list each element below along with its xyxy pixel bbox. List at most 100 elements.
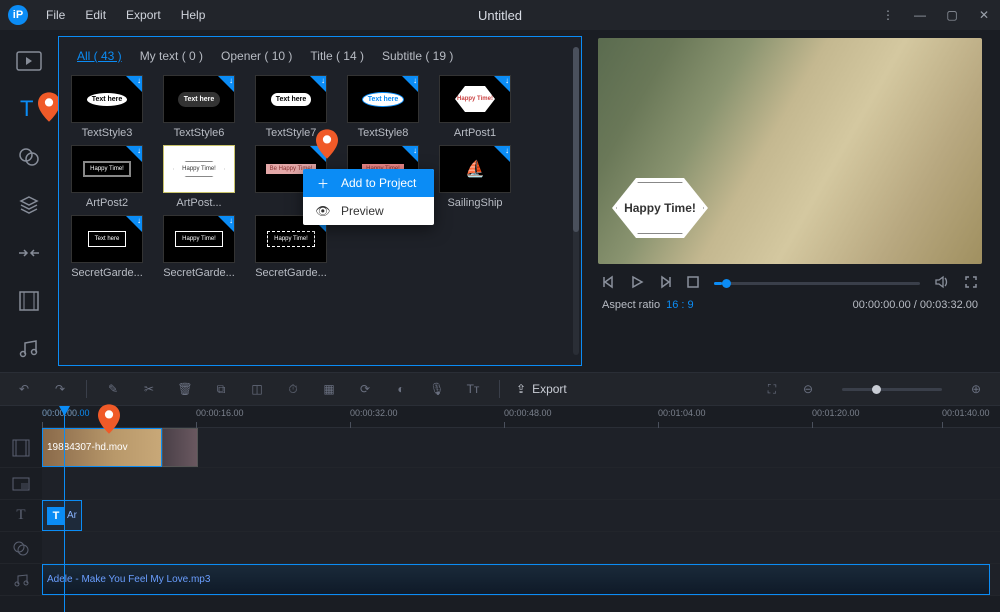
zoom-slider[interactable]	[842, 388, 942, 391]
delete-icon[interactable]: 🗑	[175, 379, 195, 399]
tab-opener[interactable]: Opener ( 10 )	[221, 49, 292, 63]
edit-icon[interactable]: ✎	[103, 379, 123, 399]
text-clip[interactable]: TAr	[42, 500, 82, 531]
next-frame-icon[interactable]	[658, 275, 672, 292]
download-icon[interactable]	[218, 216, 234, 232]
prev-frame-icon[interactable]	[602, 275, 616, 292]
text-track-icon[interactable]: T	[0, 500, 42, 531]
tab-all[interactable]: All ( 43 )	[77, 49, 122, 63]
timeline: 00:00:00.00 00:00:00 00:00:16.00 00:00:3…	[0, 406, 1000, 612]
audio-clip[interactable]: Adele - Make You Feel My Love.mp3	[42, 564, 990, 595]
rail-media-icon[interactable]	[16, 48, 42, 74]
tab-subtitle[interactable]: Subtitle ( 19 )	[382, 49, 453, 63]
mosaic-icon[interactable]: ▦	[319, 379, 339, 399]
speed-icon[interactable]: ⏱	[283, 379, 303, 399]
asset-tabs: All ( 43 ) My text ( 0 ) Opener ( 10 ) T…	[59, 37, 581, 71]
audio-track: Adele - Make You Feel My Love.mp3	[0, 564, 1000, 596]
tab-mytext[interactable]: My text ( 0 )	[140, 49, 203, 63]
asset-item[interactable]: Text hereTextStyle6	[163, 75, 235, 139]
document-title: Untitled	[478, 8, 522, 23]
scrollbar[interactable]	[573, 47, 579, 355]
tutorial-marker-icon	[98, 404, 120, 437]
app-icon: iP	[8, 5, 28, 25]
left-rail: T	[0, 30, 58, 372]
asset-panel: All ( 43 ) My text ( 0 ) Opener ( 10 ) T…	[58, 36, 582, 366]
menu-edit[interactable]: Edit	[75, 4, 116, 26]
export-icon: ⇪	[516, 382, 526, 396]
playback-slider[interactable]	[714, 282, 920, 285]
titlebar: iP File Edit Export Help Untitled ⋮ — ▢ …	[0, 0, 1000, 30]
cut-icon[interactable]: ✂	[139, 379, 159, 399]
text-track: T TAr	[0, 500, 1000, 532]
rail-elements-icon[interactable]	[16, 288, 42, 314]
export-button[interactable]: ⇪Export	[516, 382, 567, 396]
maximize-icon[interactable]: ▢	[944, 8, 960, 22]
opacity-icon[interactable]: ◐	[391, 379, 411, 399]
rail-overlays-icon[interactable]	[16, 192, 42, 218]
aspect-ratio-label: Aspect ratio16 : 9	[602, 299, 694, 311]
asset-item[interactable]: Text hereTextStyle3	[71, 75, 143, 139]
download-icon[interactable]	[126, 76, 142, 92]
download-icon[interactable]	[494, 146, 510, 162]
download-icon[interactable]	[494, 76, 510, 92]
rail-text-icon[interactable]: T	[16, 96, 42, 122]
volume-icon[interactable]	[934, 274, 950, 293]
asset-item[interactable]: ⛵SailingShip	[439, 145, 511, 209]
fit-icon[interactable]: ⛶	[762, 379, 782, 399]
video-clip[interactable]	[162, 428, 198, 467]
pip-track	[0, 468, 1000, 500]
download-icon[interactable]	[402, 146, 418, 162]
rail-transitions-icon[interactable]	[16, 240, 42, 266]
menu-file[interactable]: File	[36, 4, 75, 26]
rail-effects-icon[interactable]	[16, 144, 42, 170]
voiceover-icon[interactable]: 🎙	[427, 379, 447, 399]
undo-icon[interactable]: ↶	[14, 379, 34, 399]
asset-item[interactable]: Happy Time!ArtPost1	[439, 75, 511, 139]
playhead[interactable]	[64, 406, 65, 612]
tutorial-marker-icon	[316, 129, 338, 159]
asset-item[interactable]: Text hereTextStyle8	[347, 75, 419, 139]
pip-track-icon[interactable]	[0, 468, 42, 499]
audio-track-icon[interactable]	[0, 564, 42, 595]
timeline-ruler[interactable]: 00:00:00 00:00:16.00 00:00:32.00 00:00:4…	[42, 406, 1000, 428]
download-icon[interactable]	[402, 76, 418, 92]
crop-icon[interactable]: ◫	[247, 379, 267, 399]
download-icon[interactable]	[310, 76, 326, 92]
text-tool-icon[interactable]: Tᴛ	[463, 379, 483, 399]
download-icon[interactable]	[126, 216, 142, 232]
asset-item[interactable]: Happy Time!SecretGarde...	[163, 215, 235, 279]
stop-icon[interactable]	[686, 275, 700, 292]
asset-item[interactable]: Happy Time!ArtPost2	[71, 145, 143, 209]
tab-title[interactable]: Title ( 14 )	[310, 49, 364, 63]
minimize-icon[interactable]: —	[912, 8, 928, 22]
close-icon[interactable]: ✕	[976, 8, 992, 22]
tutorial-marker-icon	[38, 92, 60, 122]
fullscreen-icon[interactable]	[964, 275, 978, 292]
asset-item[interactable]: Text hereSecretGarde...	[71, 215, 143, 279]
filter-track	[0, 532, 1000, 564]
filter-track-icon[interactable]	[0, 532, 42, 563]
zoom-in-icon[interactable]: ⊕	[966, 379, 986, 399]
plus-icon: ＋	[315, 175, 331, 191]
zoom-out-icon[interactable]: ⊖	[798, 379, 818, 399]
time-display: 00:00:00.00 / 00:03:32.00	[853, 299, 978, 311]
ctx-add-to-project[interactable]: ＋ Add to Project	[303, 169, 434, 197]
asset-item[interactable]: Happy Time!ArtPost...	[163, 145, 235, 209]
eye-icon: 👁	[315, 203, 331, 219]
menu-export[interactable]: Export	[116, 4, 171, 26]
play-icon[interactable]	[630, 275, 644, 292]
copy-icon[interactable]: ⧉	[211, 379, 231, 399]
menu-help[interactable]: Help	[171, 4, 216, 26]
preview-video[interactable]: Happy Time!	[598, 38, 982, 264]
redo-icon[interactable]: ↷	[50, 379, 70, 399]
more-icon[interactable]: ⋮	[880, 8, 896, 22]
rail-audio-icon[interactable]	[16, 336, 42, 362]
rotate-icon[interactable]: ⟳	[355, 379, 375, 399]
download-icon[interactable]	[126, 146, 142, 162]
ctx-preview[interactable]: 👁 Preview	[303, 197, 434, 225]
download-icon[interactable]	[218, 76, 234, 92]
video-track-icon[interactable]	[0, 428, 42, 467]
preview-panel: Happy Time! Aspect ratio16 : 9 00:00:00.…	[590, 30, 1000, 372]
svg-text:T: T	[20, 97, 33, 121]
tool-strip: ↶ ↷ ✎ ✂ 🗑 ⧉ ◫ ⏱ ▦ ⟳ ◐ 🎙 Tᴛ ⇪Export ⛶ ⊖ ⊕	[0, 372, 1000, 406]
